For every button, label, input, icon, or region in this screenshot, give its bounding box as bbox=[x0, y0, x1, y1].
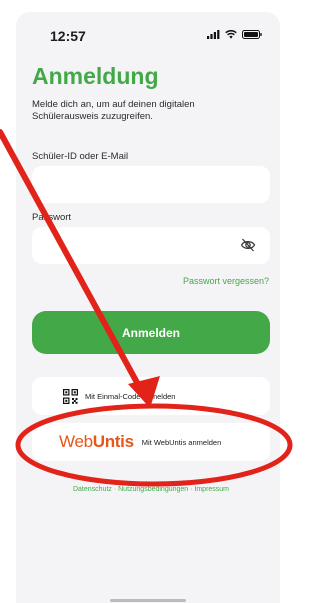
webuntis-logo-untis: Untis bbox=[92, 432, 134, 451]
qr-code-icon bbox=[63, 388, 78, 404]
webuntis-logo: WebUntis bbox=[59, 432, 134, 452]
password-input[interactable] bbox=[32, 227, 270, 264]
eye-slash-icon[interactable] bbox=[240, 238, 256, 252]
status-time: 12:57 bbox=[50, 28, 86, 44]
password-field-label: Passwort bbox=[32, 212, 72, 223]
page-title: Anmeldung bbox=[32, 63, 159, 89]
page-subtitle: Melde dich an, um auf deinen digitalen S… bbox=[32, 99, 195, 122]
webuntis-login-button[interactable]: WebUntis Mit WebUntis anmelden bbox=[32, 423, 270, 461]
forgot-password-link[interactable]: Passwort vergessen? bbox=[183, 276, 269, 286]
battery-icon bbox=[242, 30, 262, 39]
code-login-label: Mit Einmal-Code anmelden bbox=[85, 391, 176, 401]
id-field-label: Schüler-ID oder E-Mail bbox=[32, 151, 129, 162]
footer-links[interactable]: Datenschutz · Nutzungsbedingungen · Impr… bbox=[32, 486, 270, 493]
signal-icon bbox=[207, 30, 220, 39]
home-indicator bbox=[110, 599, 186, 602]
wifi-icon bbox=[225, 30, 237, 39]
webuntis-logo-web: Web bbox=[59, 432, 93, 451]
login-button[interactable]: Anmelden bbox=[32, 311, 270, 354]
webuntis-login-label: Mit WebUntis anmelden bbox=[141, 437, 222, 447]
id-email-input[interactable] bbox=[32, 166, 270, 203]
status-bar: 12:57 bbox=[16, 28, 280, 50]
status-icons bbox=[207, 30, 262, 39]
code-login-button[interactable]: Mit Einmal-Code anmelden bbox=[32, 377, 270, 415]
